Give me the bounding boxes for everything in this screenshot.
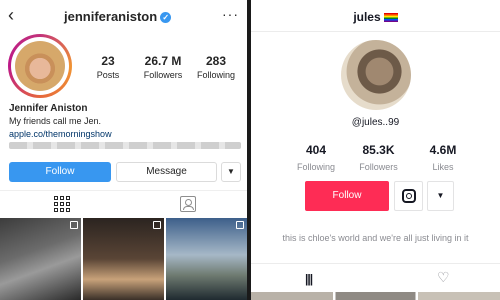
profile-tabs: ||| ♡ <box>251 263 500 291</box>
tiktok-username: jules <box>251 10 500 24</box>
followers-count: 85.3K <box>362 143 395 157</box>
followers-count: 26.7 M <box>144 54 182 68</box>
likes-stat: 4.6M Likes <box>418 143 468 172</box>
tiktok-profile-panel: jules @jules..99 404 Following 85.3K Fol… <box>251 0 500 300</box>
suggested-dropdown-button[interactable]: ▼ <box>427 181 454 211</box>
instagram-link-button[interactable] <box>394 181 423 211</box>
following-label: Following <box>196 70 236 80</box>
multi-photo-icon <box>236 221 244 229</box>
following-label: Following <box>296 162 336 172</box>
grid-photo[interactable] <box>83 218 164 300</box>
followers-label: Followers <box>359 162 398 172</box>
video-thumbnails[interactable] <box>251 292 500 300</box>
following-count: 283 <box>205 54 227 68</box>
following-stat[interactable]: 404 Following <box>291 143 341 172</box>
instagram-username: jenniferaniston ✓ <box>64 9 172 24</box>
multi-photo-icon <box>70 221 78 229</box>
grid-photo[interactable] <box>166 218 247 300</box>
photo-grid <box>0 218 247 300</box>
tiktok-header: jules <box>251 0 500 32</box>
verified-badge-icon: ✓ <box>160 12 172 23</box>
blurred-text <box>9 142 241 149</box>
likes-count: 4.6M <box>429 143 457 157</box>
posts-count: 23 <box>101 54 115 68</box>
suggested-dropdown-button[interactable]: ▼ <box>221 162 241 182</box>
follow-button[interactable]: Follow <box>305 181 389 211</box>
profile-handle: @jules..99 <box>351 117 400 128</box>
avatar <box>11 37 69 95</box>
followers-stat[interactable]: 26.7 M Followers <box>137 54 189 80</box>
likes-label: Likes <box>432 162 454 172</box>
message-button[interactable]: Message <box>116 162 217 182</box>
more-options-icon[interactable]: ··· <box>222 6 239 22</box>
profile-link[interactable]: apple.co/themorningshow <box>9 129 112 139</box>
following-stat[interactable]: 283 Following <box>192 54 240 80</box>
multi-photo-icon <box>153 221 161 229</box>
grid-photo[interactable] <box>0 218 81 300</box>
profile-name: Jennifer Aniston <box>9 103 88 114</box>
story-ring[interactable] <box>8 34 72 98</box>
instagram-icon <box>402 189 416 203</box>
profile-bio: My friends call me Jen. <box>9 116 102 126</box>
instagram-header: ‹ jenniferaniston ✓ ··· <box>0 0 247 34</box>
username-text: jules <box>353 10 381 24</box>
tagged-icon[interactable] <box>180 196 196 212</box>
following-count: 404 <box>305 143 327 157</box>
profile-bio: this is chloe's world and we're all just… <box>282 233 469 243</box>
avatar[interactable] <box>341 40 411 110</box>
videos-grid-icon[interactable]: ||| <box>305 272 313 286</box>
instagram-profile-panel: ‹ jenniferaniston ✓ ··· 23 Posts 26.7 M F… <box>0 0 247 300</box>
avatar-photo <box>15 41 65 91</box>
rainbow-flag-icon <box>383 13 398 22</box>
followers-label: Followers <box>143 70 183 80</box>
follow-button[interactable]: Follow <box>9 162 111 182</box>
grid-icon[interactable] <box>54 196 70 212</box>
posts-label: Posts <box>96 70 120 80</box>
liked-heart-icon[interactable]: ♡ <box>437 269 450 286</box>
posts-stat[interactable]: 23 Posts <box>93 54 123 80</box>
followers-stat[interactable]: 85.3K Followers <box>351 143 406 172</box>
profile-tabs <box>0 190 247 216</box>
back-icon[interactable]: ‹ <box>8 6 14 24</box>
username-text: jenniferaniston <box>64 9 158 24</box>
